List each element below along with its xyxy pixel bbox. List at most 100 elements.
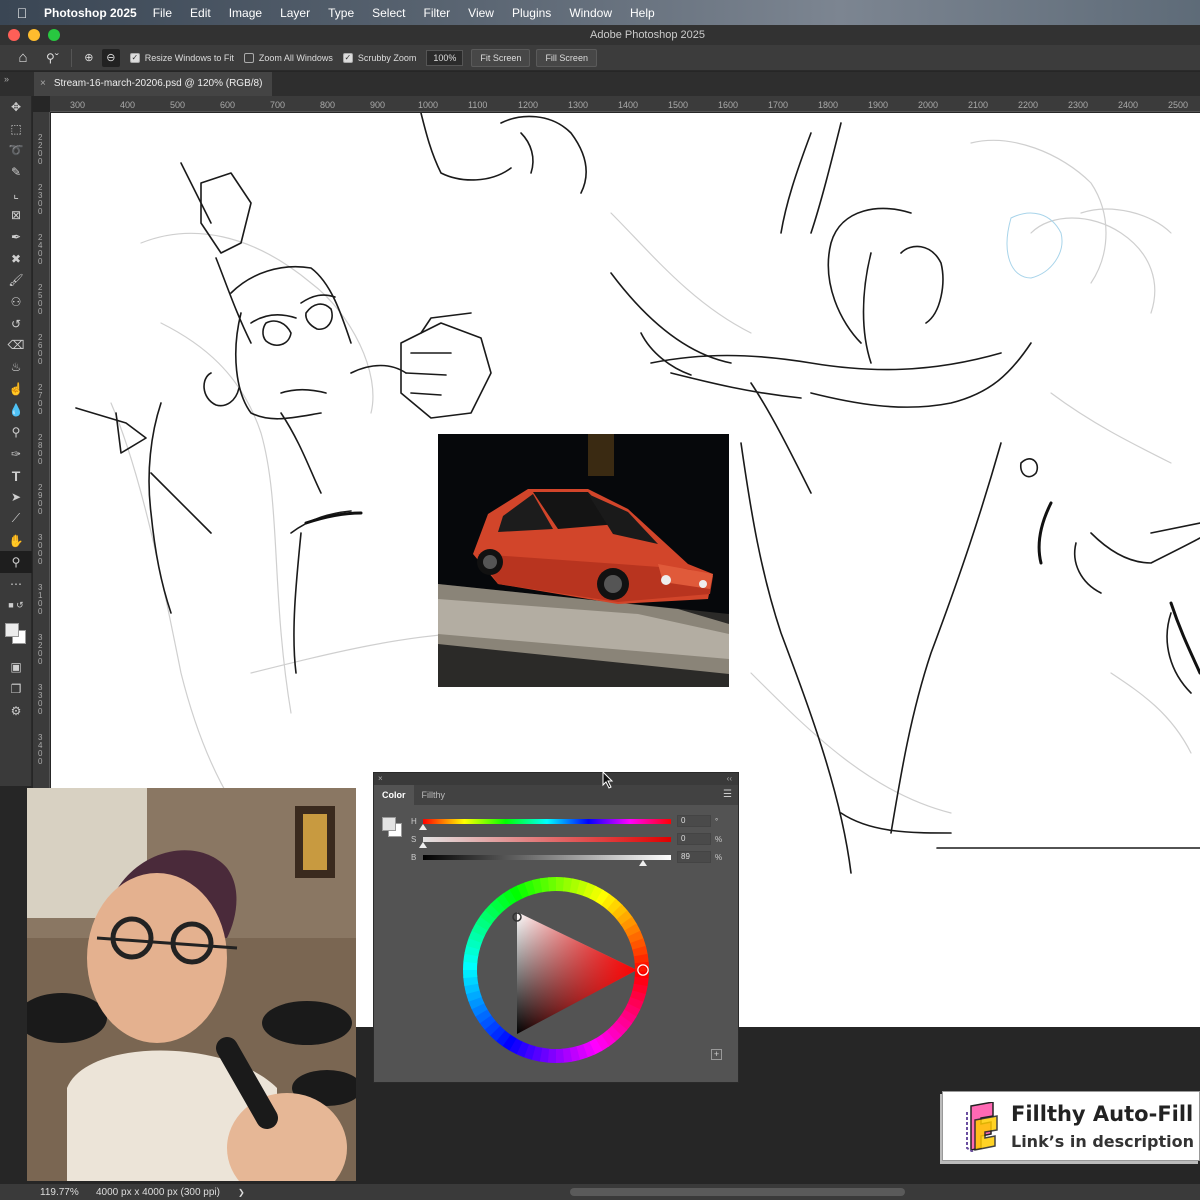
marquee-tool-icon[interactable]: ⬚ [0, 118, 32, 140]
document-tab[interactable]: × Stream-16-march-20206.psd @ 120% (RGB/8… [34, 72, 273, 96]
menu-edit[interactable]: Edit [190, 6, 211, 20]
crop-tool-icon[interactable]: ⌞ [0, 183, 32, 205]
brightness-slider[interactable]: B 89 % [411, 851, 731, 867]
resize-windows-label: Resize Windows to Fit [144, 52, 234, 63]
screen-mode-icon[interactable]: ❐ [0, 678, 32, 700]
type-tool-icon[interactable]: T [0, 465, 32, 487]
ruler-label: 3000 [38, 533, 43, 566]
color-wheel[interactable] [460, 874, 652, 1066]
tab-fillthy[interactable]: Fillthy [414, 785, 454, 805]
ruler-label: 800 [320, 100, 336, 110]
close-tab-icon[interactable]: × [40, 78, 46, 89]
checkmark-icon: ✓ [342, 52, 353, 63]
saturation-slider[interactable]: S 0 % [411, 833, 731, 849]
scrubby-zoom-checkbox[interactable]: ✓ Scrubby Zoom [342, 52, 417, 63]
checkmark-icon: ✓ [129, 52, 140, 63]
dodge-tool-icon[interactable]: ⚲ [0, 421, 32, 443]
color-swatches[interactable] [0, 617, 32, 657]
brightness-slider-handle[interactable] [639, 860, 647, 866]
zoom-out-icon[interactable]: ⊖ [101, 48, 120, 67]
healing-tool-icon[interactable]: ✖ [0, 248, 32, 270]
hue-slider[interactable]: H 0 ° [411, 815, 731, 831]
lasso-tool-icon[interactable]: ➰ [0, 139, 32, 161]
ruler-label: 2300 [38, 183, 43, 216]
fit-screen-button[interactable]: Fit Screen [471, 48, 531, 67]
saturation-ramp[interactable] [423, 837, 671, 842]
scrubby-zoom-label: Scrubby Zoom [357, 52, 417, 63]
more-tools-icon[interactable]: ⋯ [0, 573, 32, 595]
menu-select[interactable]: Select [372, 6, 405, 20]
eraser-tool-icon[interactable]: ⌫ [0, 335, 32, 357]
status-menu-arrow-icon[interactable]: ❯ [238, 1188, 245, 1197]
add-swatch-icon[interactable]: + [711, 1049, 722, 1060]
hue-ramp[interactable] [423, 819, 671, 824]
path-select-icon[interactable]: ➤ [0, 486, 32, 508]
menu-type[interactable]: Type [328, 6, 354, 20]
webcam-video [27, 788, 356, 1181]
ruler-label: 2100 [968, 100, 989, 110]
foreground-color-swatch[interactable] [382, 817, 396, 831]
brightness-value-field[interactable]: 89 [677, 851, 711, 863]
blur-tool-icon[interactable]: 💧 [0, 400, 32, 422]
generative-plugin-icon[interactable]: ⚙ [0, 700, 32, 722]
hand-tool-icon[interactable]: ✋ [0, 530, 32, 552]
promo-banner[interactable]: Fillthy Auto-Fill P Link’s in descriptio… [942, 1091, 1200, 1161]
ruler-label: 2500 [38, 283, 43, 316]
menu-filter[interactable]: Filter [423, 6, 450, 20]
ruler-label: 1900 [868, 100, 889, 110]
collapse-panel-icon[interactable]: ‹‹ [727, 774, 732, 783]
menu-image[interactable]: Image [229, 6, 262, 20]
resize-windows-checkbox[interactable]: ✓ Resize Windows to Fit [129, 52, 234, 63]
smudge-tool-icon[interactable]: ☝ [0, 378, 32, 400]
brightness-ramp[interactable] [423, 855, 671, 860]
quick-mask-icon[interactable]: ▣ [0, 657, 32, 679]
move-tool-icon[interactable]: ✥ [0, 96, 32, 118]
tab-color[interactable]: Color [374, 785, 414, 805]
close-panel-icon[interactable]: × [378, 774, 383, 783]
zoom-tool-icon[interactable]: ⚲ [0, 551, 32, 574]
apple-icon[interactable]:  [0, 5, 44, 21]
quick-select-tool-icon[interactable]: ✎ [0, 161, 32, 183]
saturation-value-field[interactable]: 0 [677, 833, 711, 845]
ruler-label: 3100 [38, 583, 43, 616]
saturation-slider-handle[interactable] [419, 842, 427, 848]
home-icon[interactable]: ⌂ [0, 49, 46, 66]
brush-tool-icon[interactable]: 🖌 [0, 270, 32, 292]
swap-colors-icon[interactable]: ■ ↺ [0, 595, 32, 617]
stamp-tool-icon[interactable]: ⚇ [0, 291, 32, 313]
eyedropper-tool-icon[interactable]: ✒ [0, 226, 32, 248]
zoom-percent-field[interactable]: 100% [426, 49, 464, 66]
ruler-label: 2600 [38, 333, 43, 366]
menu-plugins[interactable]: Plugins [512, 6, 551, 20]
collapse-panels-icon[interactable]: » [4, 74, 9, 84]
menu-window[interactable]: Window [569, 6, 612, 20]
ruler-label: 700 [270, 100, 286, 110]
zoom-all-windows-checkbox[interactable]: Zoom All Windows [243, 52, 333, 63]
paint-bucket-icon[interactable]: ♨ [0, 356, 32, 378]
foreground-color-swatch[interactable] [5, 622, 19, 637]
fill-screen-button[interactable]: Fill Screen [536, 48, 597, 67]
ruler-label: 1800 [818, 100, 839, 110]
zoom-level-field[interactable]: 119.77% [40, 1187, 96, 1198]
zoom-in-icon[interactable]: ⊕ [80, 49, 98, 67]
frame-tool-icon[interactable]: ⊠ [0, 204, 32, 226]
ruler-label: 3300 [38, 683, 43, 716]
hue-value-field[interactable]: 0 [677, 815, 711, 827]
pen-tool-icon[interactable]: ✑ [0, 443, 32, 465]
menu-help[interactable]: Help [630, 6, 655, 20]
document-tab-bar: » × Stream-16-march-20206.psd @ 120% (RGB… [0, 72, 1200, 96]
line-tool-icon[interactable]: ⟋ [0, 508, 32, 530]
menu-layer[interactable]: Layer [280, 6, 310, 20]
ruler-label: 1500 [668, 100, 689, 110]
ruler-label: 3400 [38, 733, 43, 766]
panel-menu-icon[interactable]: ☰ [723, 789, 732, 800]
hue-slider-handle[interactable] [419, 824, 427, 830]
zoom-tool-preset-icon[interactable]: ⚲ˇ [46, 51, 59, 65]
ruler-label: 2300 [1068, 100, 1089, 110]
horizontal-scrollbar[interactable] [570, 1188, 905, 1196]
menu-file[interactable]: File [153, 6, 172, 20]
history-brush-icon[interactable]: ↺ [0, 313, 32, 335]
reference-image-car[interactable] [438, 434, 729, 687]
app-menu[interactable]: Photoshop 2025 [44, 6, 137, 20]
menu-view[interactable]: View [468, 6, 494, 20]
